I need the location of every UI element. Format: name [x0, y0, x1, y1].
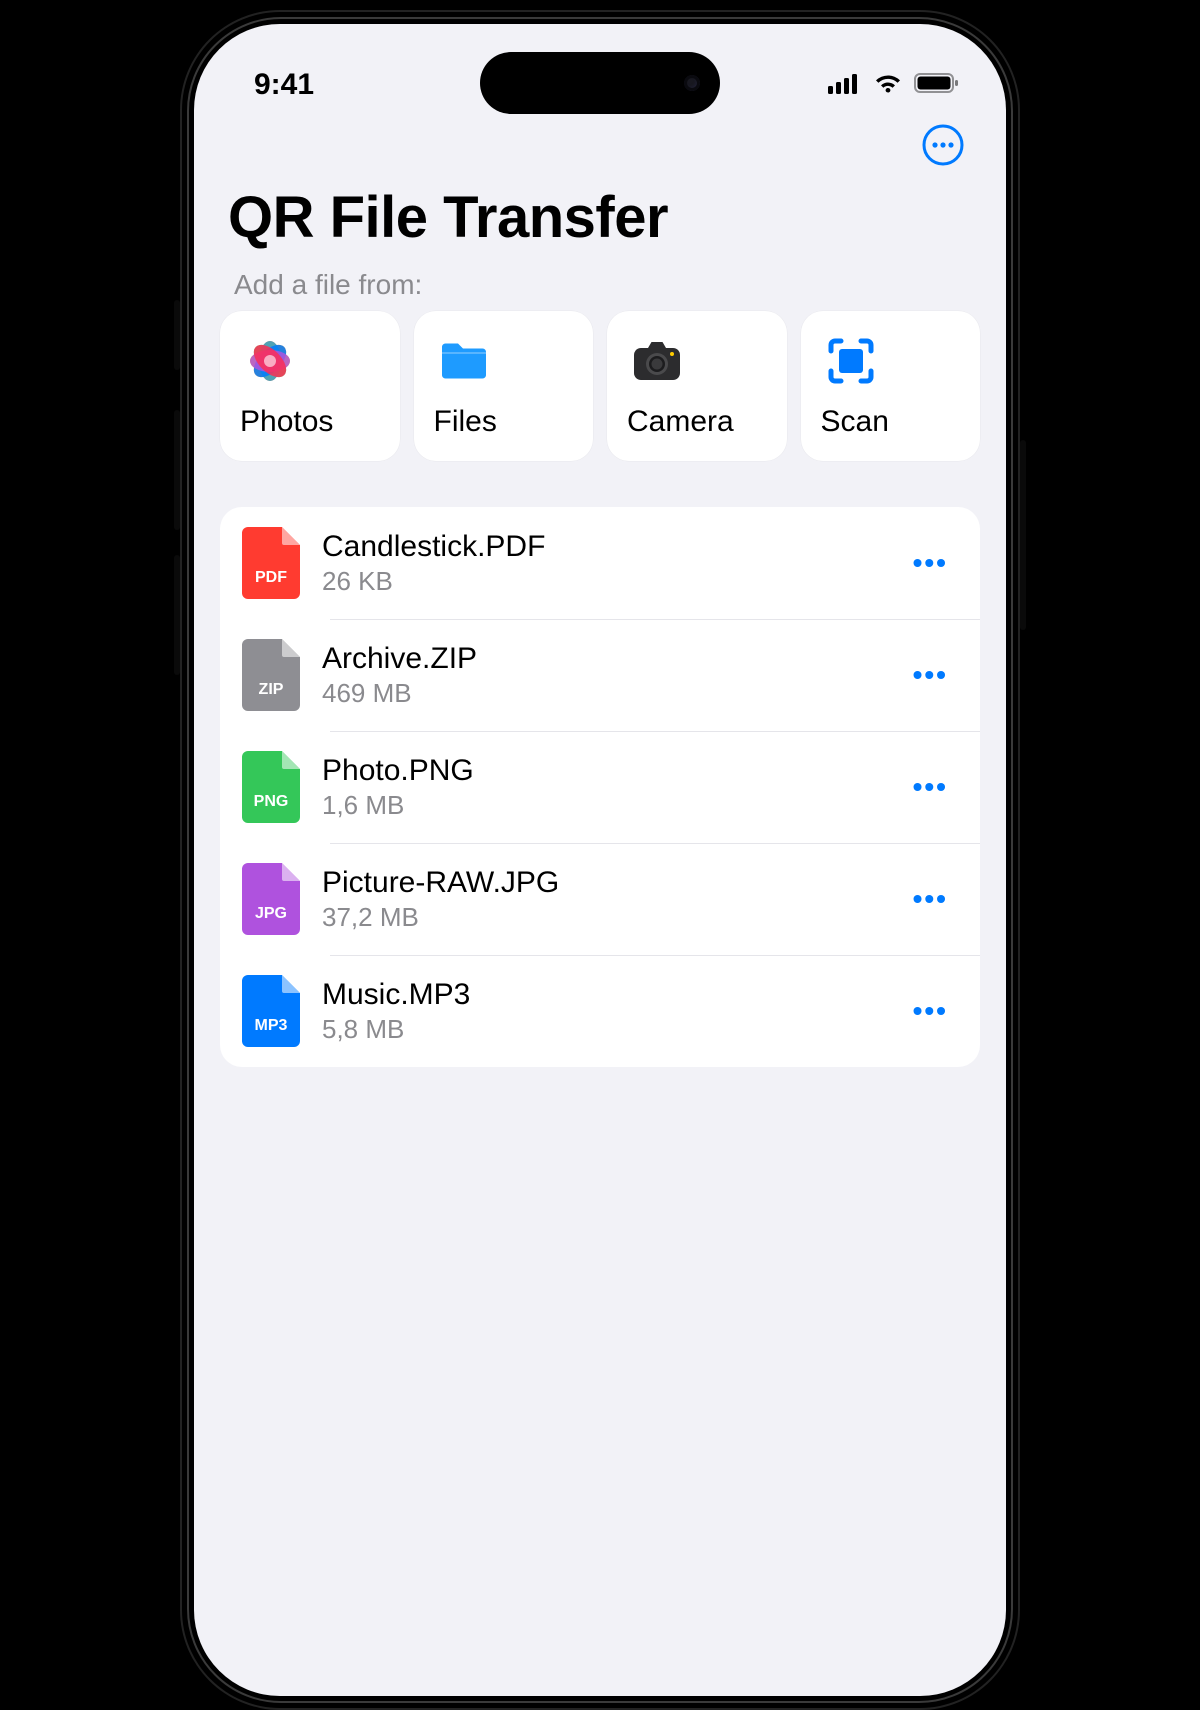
file-more-button[interactable]: •••	[903, 761, 958, 813]
navbar	[194, 114, 1006, 172]
ellipsis-icon: •••	[913, 659, 948, 690]
file-row[interactable]: PDF Candlestick.PDF 26 KB •••	[220, 507, 980, 619]
file-row[interactable]: JPG Picture-RAW.JPG 37,2 MB •••	[220, 843, 980, 955]
source-label: Files	[434, 405, 574, 439]
more-button[interactable]	[918, 122, 968, 172]
file-type-icon: JPG	[242, 863, 300, 935]
folder-icon	[434, 331, 494, 391]
file-type-icon: ZIP	[242, 639, 300, 711]
dynamic-island	[480, 52, 720, 114]
add-from-scan[interactable]: Scan	[801, 311, 981, 461]
file-size: 1,6 MB	[322, 790, 881, 821]
file-size: 26 KB	[322, 566, 881, 597]
file-more-button[interactable]: •••	[903, 537, 958, 589]
ellipsis-icon: •••	[913, 883, 948, 914]
ellipsis-icon: •••	[913, 771, 948, 802]
file-type-icon: MP3	[242, 975, 300, 1047]
file-name: Picture-RAW.JPG	[322, 866, 881, 900]
add-from-camera[interactable]: Camera	[607, 311, 787, 461]
status-time: 9:41	[254, 68, 314, 102]
source-label: Scan	[821, 405, 961, 439]
power-button	[1020, 440, 1026, 630]
ellipsis-icon: •••	[913, 547, 948, 578]
file-name: Music.MP3	[322, 978, 881, 1012]
file-list: PDF Candlestick.PDF 26 KB ••• ZIP Archiv…	[220, 507, 980, 1067]
front-camera	[684, 75, 700, 91]
file-row[interactable]: ZIP Archive.ZIP 469 MB •••	[220, 619, 980, 731]
ellipsis-icon: •••	[913, 995, 948, 1026]
file-size: 37,2 MB	[322, 902, 881, 933]
file-name: Archive.ZIP	[322, 642, 881, 676]
screen: 9:41	[194, 24, 1006, 1696]
add-sources-row: Photos Files	[194, 311, 1006, 461]
cellular-icon	[828, 68, 862, 102]
file-type-icon: PDF	[242, 527, 300, 599]
phone-frame: 9:41	[180, 10, 1020, 1710]
file-row[interactable]: PNG Photo.PNG 1,6 MB •••	[220, 731, 980, 843]
battery-icon	[914, 68, 960, 102]
file-more-button[interactable]: •••	[903, 649, 958, 701]
volume-up-button	[174, 410, 180, 530]
camera-icon	[627, 331, 687, 391]
photos-icon	[240, 331, 300, 391]
wifi-icon	[872, 68, 904, 102]
mute-switch	[174, 300, 180, 370]
file-size: 469 MB	[322, 678, 881, 709]
file-name: Candlestick.PDF	[322, 530, 881, 564]
file-more-button[interactable]: •••	[903, 873, 958, 925]
file-size: 5,8 MB	[322, 1014, 881, 1045]
scan-icon	[821, 331, 881, 391]
file-row[interactable]: MP3 Music.MP3 5,8 MB •••	[220, 955, 980, 1067]
volume-down-button	[174, 555, 180, 675]
file-name: Photo.PNG	[322, 754, 881, 788]
source-label: Camera	[627, 405, 767, 439]
add-from-photos[interactable]: Photos	[220, 311, 400, 461]
file-more-button[interactable]: •••	[903, 985, 958, 1037]
page-title: QR File Transfer	[194, 172, 1006, 269]
source-label: Photos	[240, 405, 380, 439]
add-section-header: Add a file from:	[194, 269, 1006, 311]
file-type-icon: PNG	[242, 751, 300, 823]
ellipsis-circle-icon	[921, 123, 965, 172]
add-from-files[interactable]: Files	[414, 311, 594, 461]
